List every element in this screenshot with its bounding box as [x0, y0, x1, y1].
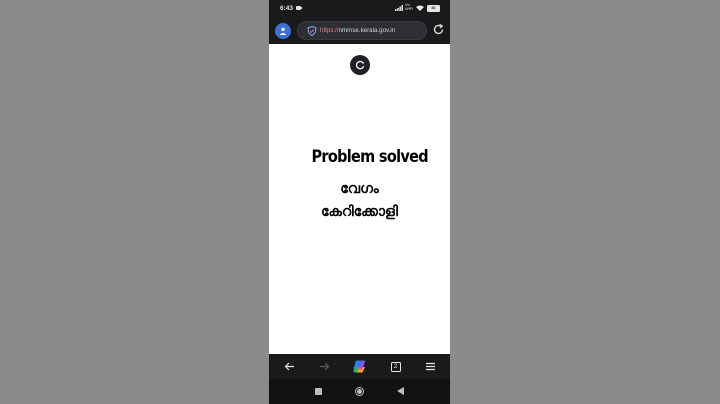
address-bar[interactable]: https://nmmse.kerala.gov.in	[297, 21, 427, 40]
url-scheme: https://	[320, 27, 339, 34]
video-backdrop-left	[0, 0, 269, 404]
loading-spinner	[350, 55, 370, 75]
arrow-left-icon	[284, 362, 294, 371]
status-bar: 6:43 Vo WiFi 82	[269, 0, 450, 18]
recents-button[interactable]	[315, 388, 322, 395]
shield-icon[interactable]	[307, 26, 317, 36]
browser-bottom-toolbar: 2	[269, 354, 450, 379]
hamburger-icon	[426, 362, 435, 371]
profile-button[interactable]	[275, 23, 291, 39]
copilot-button[interactable]	[352, 359, 367, 374]
system-back-button[interactable]	[397, 387, 404, 395]
tabs-button[interactable]: 2	[388, 359, 403, 374]
signal-icon	[395, 5, 403, 11]
url-host: nmmse.kerala.gov.in	[338, 27, 396, 34]
reload-icon[interactable]	[432, 23, 445, 36]
network-label: Vo WiFi	[405, 2, 413, 11]
menu-button[interactable]	[423, 359, 438, 374]
wifi-icon	[416, 5, 424, 11]
tabs-icon: 2	[390, 361, 401, 372]
web-content: Problem solved വേഗം കേറിക്കോളി	[269, 44, 450, 354]
headline-text: Problem solved	[311, 147, 429, 167]
back-button[interactable]	[282, 359, 297, 374]
url-text[interactable]: https://nmmse.kerala.gov.in	[320, 27, 395, 34]
copilot-icon	[353, 360, 366, 373]
home-button[interactable]	[355, 387, 364, 396]
address-toolbar: https://nmmse.kerala.gov.in	[269, 18, 450, 44]
arrow-right-icon	[320, 362, 330, 371]
spinner-icon	[355, 60, 365, 70]
video-camera-icon	[296, 6, 303, 10]
forward-button[interactable]	[317, 359, 332, 374]
phone-screen: 6:43 Vo WiFi 82 https://nmmse.kerala.gov	[269, 0, 450, 404]
malayalam-line-1: വേഗം	[340, 181, 379, 197]
malayalam-line-2: കേറിക്കോളി	[321, 204, 398, 220]
status-time: 6:43	[280, 5, 294, 12]
battery-icon: 82	[427, 5, 440, 12]
system-navigation-bar	[269, 379, 450, 404]
video-backdrop-right	[450, 0, 720, 404]
person-icon	[279, 27, 287, 35]
